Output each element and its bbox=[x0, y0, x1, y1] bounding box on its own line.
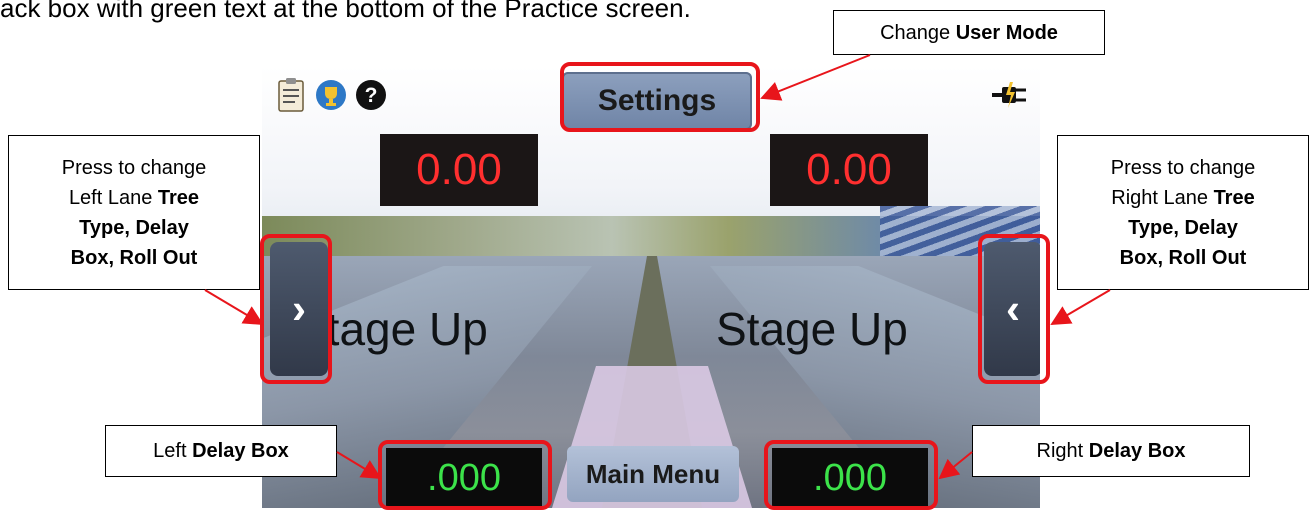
arrow-left-lane bbox=[204, 289, 264, 326]
arrow-left-delay bbox=[336, 451, 382, 480]
arrow-user-mode bbox=[760, 54, 871, 101]
callout-arrows bbox=[204, 54, 1111, 480]
arrow-right-lane bbox=[1050, 289, 1111, 326]
arrow-right-delay bbox=[938, 451, 973, 480]
